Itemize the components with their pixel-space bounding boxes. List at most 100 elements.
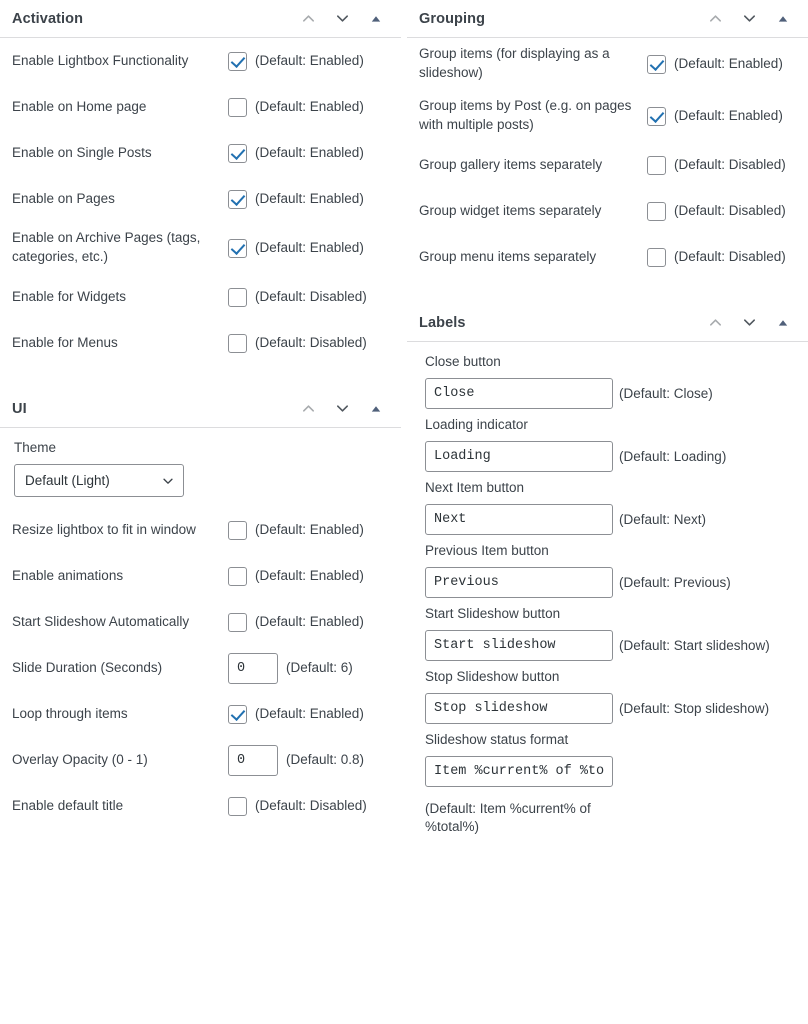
- checkbox-enable-default-title[interactable]: [228, 796, 247, 816]
- setting-label: Enable on Home page: [12, 98, 147, 114]
- checkbox-enable-on-pages[interactable]: [228, 189, 247, 209]
- setting-row: Enable on Archive Pages (tags, categorie…: [12, 222, 389, 274]
- checkbox-enable-on-archive-pages[interactable]: [228, 238, 247, 258]
- checkbox-group-menu-items-separately[interactable]: [647, 247, 666, 267]
- section-title: Labels: [419, 314, 466, 331]
- previous-item-button-input[interactable]: [425, 567, 613, 598]
- section-controls: [297, 8, 391, 30]
- default-note: (Default: Enabled): [674, 107, 783, 123]
- chevron-down-icon[interactable]: [331, 8, 353, 30]
- checkbox-enable-for-menus[interactable]: [228, 333, 247, 353]
- field-input-row: (Default: Loading): [425, 441, 796, 472]
- label-field-loading-indicator: Loading indicator (Default: Loading): [419, 411, 796, 474]
- chevron-up-icon[interactable]: [297, 8, 319, 30]
- default-note: (Default: Disabled): [674, 248, 786, 264]
- default-note: (Default: Enabled): [255, 190, 364, 206]
- label-field-next-item-button: Next Item button (Default: Next): [419, 474, 796, 537]
- section-activation: Activation Enable Lightbox Functionality: [0, 0, 401, 366]
- section-title: Grouping: [419, 10, 486, 27]
- setting-label: Enable on Single Posts: [12, 144, 152, 160]
- setting-control: (Default: Disabled): [228, 796, 389, 816]
- collapse-triangle-icon[interactable]: [772, 8, 794, 30]
- gap: [12, 499, 389, 507]
- setting-label: Loop through items: [12, 705, 128, 721]
- close-button-input[interactable]: [425, 378, 613, 409]
- field-input-row: (Default: Next): [425, 504, 796, 535]
- setting-row: Group menu items separately (Default: Di…: [419, 234, 796, 280]
- setting-control: (Default: Enabled): [228, 612, 389, 632]
- setting-label: Group menu items separately: [419, 248, 597, 264]
- checkbox-group-gallery-items-separately[interactable]: [647, 155, 666, 175]
- setting-label: Group items by Post (e.g. on pages with …: [419, 98, 632, 132]
- section-controls: [704, 312, 798, 334]
- collapse-triangle-icon[interactable]: [365, 398, 387, 420]
- checkbox-group-items-by-post[interactable]: [647, 106, 666, 126]
- slide-duration-input[interactable]: [228, 652, 278, 684]
- checkbox-enable-on-home-page[interactable]: [228, 97, 247, 117]
- setting-row: Enable Lightbox Functionality (Default: …: [12, 38, 389, 84]
- next-item-button-input[interactable]: [425, 504, 613, 535]
- default-note: (Default: Start slideshow): [619, 638, 770, 653]
- stop-slideshow-button-input[interactable]: [425, 693, 613, 724]
- section-header-grouping: Grouping: [407, 0, 808, 38]
- collapse-triangle-icon[interactable]: [772, 312, 794, 334]
- checkbox-enable-on-single-posts[interactable]: [228, 143, 247, 163]
- setting-label: Enable Lightbox Functionality: [12, 52, 189, 68]
- chevron-up-icon[interactable]: [704, 312, 726, 334]
- setting-row: Start Slideshow Automatically (Default: …: [12, 599, 389, 645]
- label-field-close-button: Close button (Default: Close): [419, 342, 796, 411]
- collapse-triangle-icon[interactable]: [365, 8, 387, 30]
- section-body-labels: Close button (Default: Close) Loading in…: [407, 342, 808, 838]
- field-label: Close button: [425, 354, 501, 369]
- setting-control: (Default: Enabled): [647, 106, 796, 126]
- setting-control: (Default: Enabled): [228, 51, 389, 71]
- chevron-down-icon[interactable]: [738, 312, 760, 334]
- chevron-down-icon[interactable]: [331, 398, 353, 420]
- label-field-slideshow-status-format: Slideshow status format (Default: Item %…: [419, 726, 796, 838]
- theme-select[interactable]: Default (Light): [14, 464, 184, 497]
- field-input-row: (Default: Item %current% of %total%): [425, 756, 796, 836]
- section-controls: [297, 398, 391, 420]
- setting-control: (Default: 6): [228, 652, 389, 684]
- setting-row: Enable on Pages (Default: Enabled): [12, 176, 389, 222]
- chevron-down-icon[interactable]: [738, 8, 760, 30]
- setting-row: Slide Duration (Seconds) (Default: 6): [12, 645, 389, 691]
- checkbox-loop-through-items[interactable]: [228, 704, 247, 724]
- label-field-stop-slideshow-button: Stop Slideshow button (Default: Stop sli…: [419, 663, 796, 726]
- setting-control: (Default: Enabled): [228, 566, 389, 586]
- loading-indicator-input[interactable]: [425, 441, 613, 472]
- field-label: Next Item button: [425, 480, 525, 495]
- checkbox-start-slideshow-automatically[interactable]: [228, 612, 247, 632]
- theme-select-value[interactable]: Default (Light): [14, 464, 184, 497]
- field-label: Start Slideshow button: [425, 606, 561, 621]
- right-column: Grouping Group items (for displaying as …: [401, 0, 808, 839]
- setting-control: (Default: Disabled): [647, 201, 796, 221]
- setting-row: Enable animations (Default: Enabled): [12, 553, 389, 599]
- setting-control: (Default: Disabled): [647, 155, 796, 175]
- section-header-labels: Labels: [407, 304, 808, 342]
- checkbox-enable-for-widgets[interactable]: [228, 287, 247, 307]
- start-slideshow-button-input[interactable]: [425, 630, 613, 661]
- checkbox-enable-animations[interactable]: [228, 566, 247, 586]
- default-note: (Default: Previous): [619, 575, 731, 590]
- overlay-opacity-input[interactable]: [228, 744, 278, 776]
- checkbox-group-widget-items-separately[interactable]: [647, 201, 666, 221]
- chevron-up-icon[interactable]: [297, 398, 319, 420]
- checkbox-resize-lightbox-to-fit-in-window[interactable]: [228, 520, 247, 540]
- chevron-up-icon[interactable]: [704, 8, 726, 30]
- setting-row: Group gallery items separately (Default:…: [419, 142, 796, 188]
- setting-label: Enable for Menus: [12, 334, 118, 350]
- checkbox-enable-lightbox-functionality[interactable]: [228, 51, 247, 71]
- setting-row: Group items by Post (e.g. on pages with …: [419, 90, 796, 142]
- setting-row: Enable for Menus (Default: Disabled): [12, 320, 389, 366]
- field-label: Previous Item button: [425, 543, 549, 558]
- setting-label: Slide Duration (Seconds): [12, 659, 163, 675]
- default-note: (Default: Enabled): [255, 239, 364, 255]
- default-note: (Default: Disabled): [674, 156, 786, 172]
- checkbox-group-items[interactable]: [647, 54, 666, 74]
- setting-label: Group items (for displaying as a slidesh…: [419, 46, 610, 80]
- field-input-row: (Default: Close): [425, 378, 796, 409]
- slideshow-status-format-input[interactable]: [425, 756, 613, 787]
